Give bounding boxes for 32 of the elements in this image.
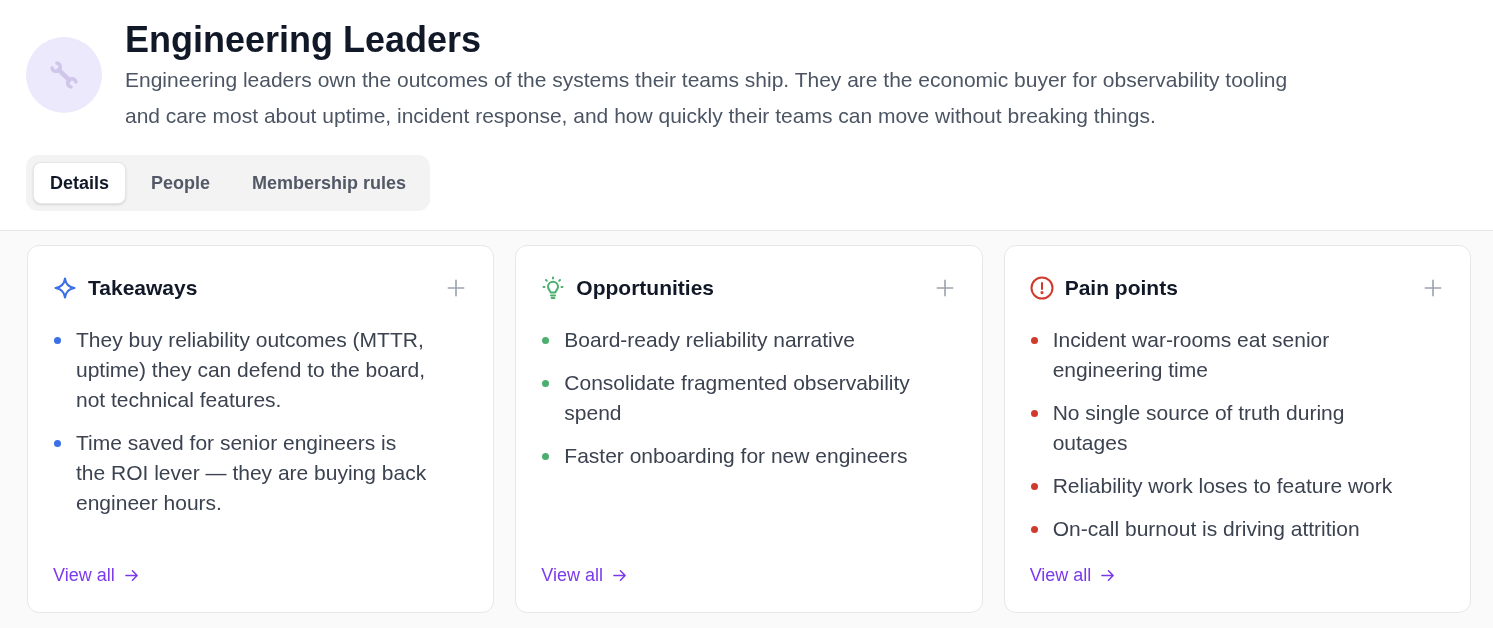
list-item: On-call burnout is driving attrition: [1052, 516, 1360, 542]
list-item: They buy reliability outcomes (MTTR, uptime) they can defend to the board, not technical features.: [76, 327, 427, 413]
view-all-link[interactable]: View all: [541, 563, 628, 587]
view-all-link[interactable]: View all: [1029, 563, 1116, 587]
alert-circle-icon: [1029, 276, 1054, 300]
lightbulb-icon: [541, 276, 566, 300]
view-all-link[interactable]: View all: [53, 563, 139, 587]
list-item: No single source of truth during outages: [1052, 400, 1346, 456]
arrow-right-icon: [612, 567, 628, 583]
plus-icon: [1424, 279, 1442, 297]
tab[interactable]: Membership rules: [235, 162, 424, 204]
add-button[interactable]: [934, 278, 955, 298]
card-title: Pain points: [1064, 275, 1178, 302]
sparkle-icon: [53, 276, 77, 300]
add-button[interactable]: [1423, 278, 1443, 298]
page-description: Engineering leaders own the outcomes of the systems their teams ship. They are the economic buyer for observability tooling and care most about uptime, incident response, and how quickly their teams can move without breaking things.: [125, 67, 1289, 129]
tab[interactable]: Details: [33, 162, 127, 204]
arrow-right-icon: [1100, 567, 1116, 583]
list-item: Time saved for senior engineers is the ROI lever — they are buying back engineer hours.: [76, 430, 428, 516]
arrow-right-icon: [123, 567, 139, 583]
plus-icon: [935, 279, 954, 297]
card-title: Opportunities: [576, 275, 714, 302]
page-title: Engineering Leaders: [125, 18, 483, 62]
card-title: Takeaways: [88, 275, 198, 302]
add-button[interactable]: [446, 278, 467, 298]
list-item: Faster onboarding for new engineers: [564, 443, 908, 469]
tab[interactable]: People: [134, 162, 228, 204]
list-item: Consolidate fragmented observability spend: [564, 370, 911, 426]
list-item: Board-ready reliability narrative: [564, 327, 855, 353]
list-item: Reliability work loses to feature work: [1052, 473, 1393, 499]
plus-icon: [447, 279, 466, 297]
list-item: Incident war-rooms eat senior engineering time: [1052, 327, 1331, 383]
